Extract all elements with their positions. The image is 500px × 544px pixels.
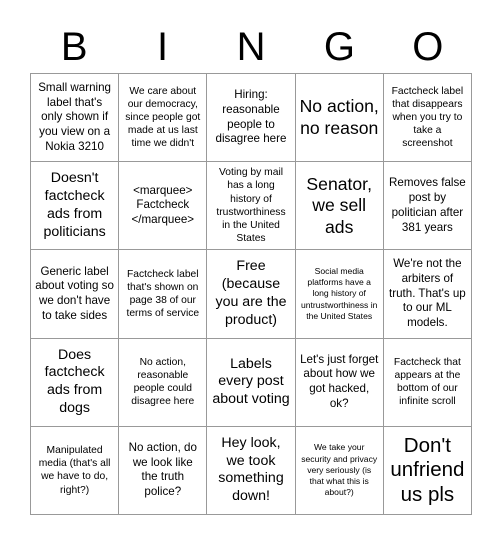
bingo-cell-label: <marquee> Factcheck </marquee> (131, 183, 195, 227)
bingo-card: B I N G O Small warning label that's onl… (0, 0, 500, 544)
bingo-cell-label: We care about our democracy, since peopl… (125, 85, 201, 150)
bingo-cell-label: Manipulated media (that's all we have to… (38, 445, 111, 496)
bingo-cell[interactable]: Hey look, we took something down! (207, 426, 296, 515)
bingo-cell[interactable]: Labels every post about voting (207, 338, 296, 427)
bingo-cell-label: No action, no reason (299, 96, 379, 138)
bingo-cell-label: Doesn't factcheck ads from politicians (43, 170, 106, 240)
bingo-cell[interactable]: Voting by mail has a long history of tru… (207, 162, 296, 251)
bingo-cell-label: Does factcheck ads from dogs (44, 346, 105, 416)
bingo-cell[interactable]: Let's just forget about how we got hacke… (295, 338, 384, 427)
bingo-cell-label: Labels every post about voting (212, 355, 290, 408)
bingo-cell[interactable]: We care about our democracy, since peopl… (119, 74, 208, 163)
bingo-cell[interactable]: Generic label about voting so we don't h… (31, 250, 120, 339)
bingo-cell-label: Senator, we sell ads (306, 173, 372, 237)
bingo-cell[interactable]: Manipulated media (that's all we have to… (31, 426, 120, 515)
bingo-cell-label: Hiring: reasonable people to disagree he… (215, 88, 287, 146)
bingo-cell-label: Let's just forget about how we got hacke… (300, 352, 379, 410)
bingo-cell-label: Free (because you are the product) (215, 258, 287, 328)
bingo-grid: Small warning label that's only shown if… (30, 73, 472, 515)
bingo-cell[interactable]: Removes false post by politician after 3… (383, 162, 472, 251)
bingo-cell[interactable]: Social media platforms have a long histo… (295, 250, 384, 339)
bingo-cell-label: Factcheck that appears at the bottom of … (393, 356, 461, 408)
bingo-cell-label: Factcheck label that disappears when you… (391, 85, 464, 150)
bingo-cell[interactable]: Doesn't factcheck ads from politicians (31, 162, 120, 251)
bingo-cell-label: No action, reasonable people could disag… (131, 356, 195, 408)
bingo-letter-i: I (157, 25, 169, 69)
bingo-cell-label: Factcheck label that's shown on page 38 … (126, 268, 200, 320)
bingo-cell[interactable]: Hiring: reasonable people to disagree he… (207, 74, 296, 163)
bingo-cell[interactable]: No action, reasonable people could disag… (119, 338, 208, 427)
bingo-cell-label: Removes false post by politician after 3… (389, 176, 466, 234)
bingo-letter-o: O (412, 25, 444, 69)
bingo-cell[interactable]: We're not the arbiters of truth. That's … (383, 250, 472, 339)
bingo-cell-label: We're not the arbiters of truth. That's … (389, 257, 466, 330)
bingo-cell[interactable]: Factcheck label that's shown on page 38 … (119, 250, 208, 339)
bingo-cell-label: Social media platforms have a long histo… (300, 266, 378, 321)
bingo-cell-label: Don't unfriend us pls (390, 433, 465, 506)
bingo-cell-label: No action, do we look like the truth pol… (128, 440, 197, 499)
bingo-cell[interactable]: <marquee> Factcheck </marquee> (119, 162, 208, 251)
bingo-cell[interactable]: No action, no reason (295, 74, 384, 163)
bingo-cell-label: Small warning label that's only shown if… (38, 80, 111, 153)
bingo-letter-n: N (236, 25, 266, 69)
bingo-cell[interactable]: Factcheck that appears at the bottom of … (383, 338, 472, 427)
bingo-cell[interactable]: Does factcheck ads from dogs (31, 338, 120, 427)
bingo-cell-label: Generic label about voting so we don't h… (35, 264, 114, 322)
bingo-letter-b: B (60, 25, 88, 69)
bingo-cell[interactable]: Senator, we sell ads (295, 162, 384, 251)
bingo-header: B I N G O (30, 22, 472, 72)
bingo-cell-label: Voting by mail has a long history of tru… (216, 167, 286, 245)
bingo-cell[interactable]: Don't unfriend us pls (383, 426, 472, 515)
bingo-cell[interactable]: Factcheck label that disappears when you… (383, 74, 472, 163)
bingo-cell[interactable]: Free (because you are the product) (207, 250, 296, 339)
bingo-letter-g: G (323, 25, 355, 69)
bingo-cell[interactable]: No action, do we look like the truth pol… (119, 426, 208, 515)
bingo-cell[interactable]: We take your security and privacy very s… (295, 426, 384, 515)
bingo-cell-label: We take your security and privacy very s… (301, 442, 378, 498)
bingo-cell-label: Hey look, we took something down! (218, 434, 284, 505)
bingo-cell[interactable]: Small warning label that's only shown if… (31, 74, 120, 163)
